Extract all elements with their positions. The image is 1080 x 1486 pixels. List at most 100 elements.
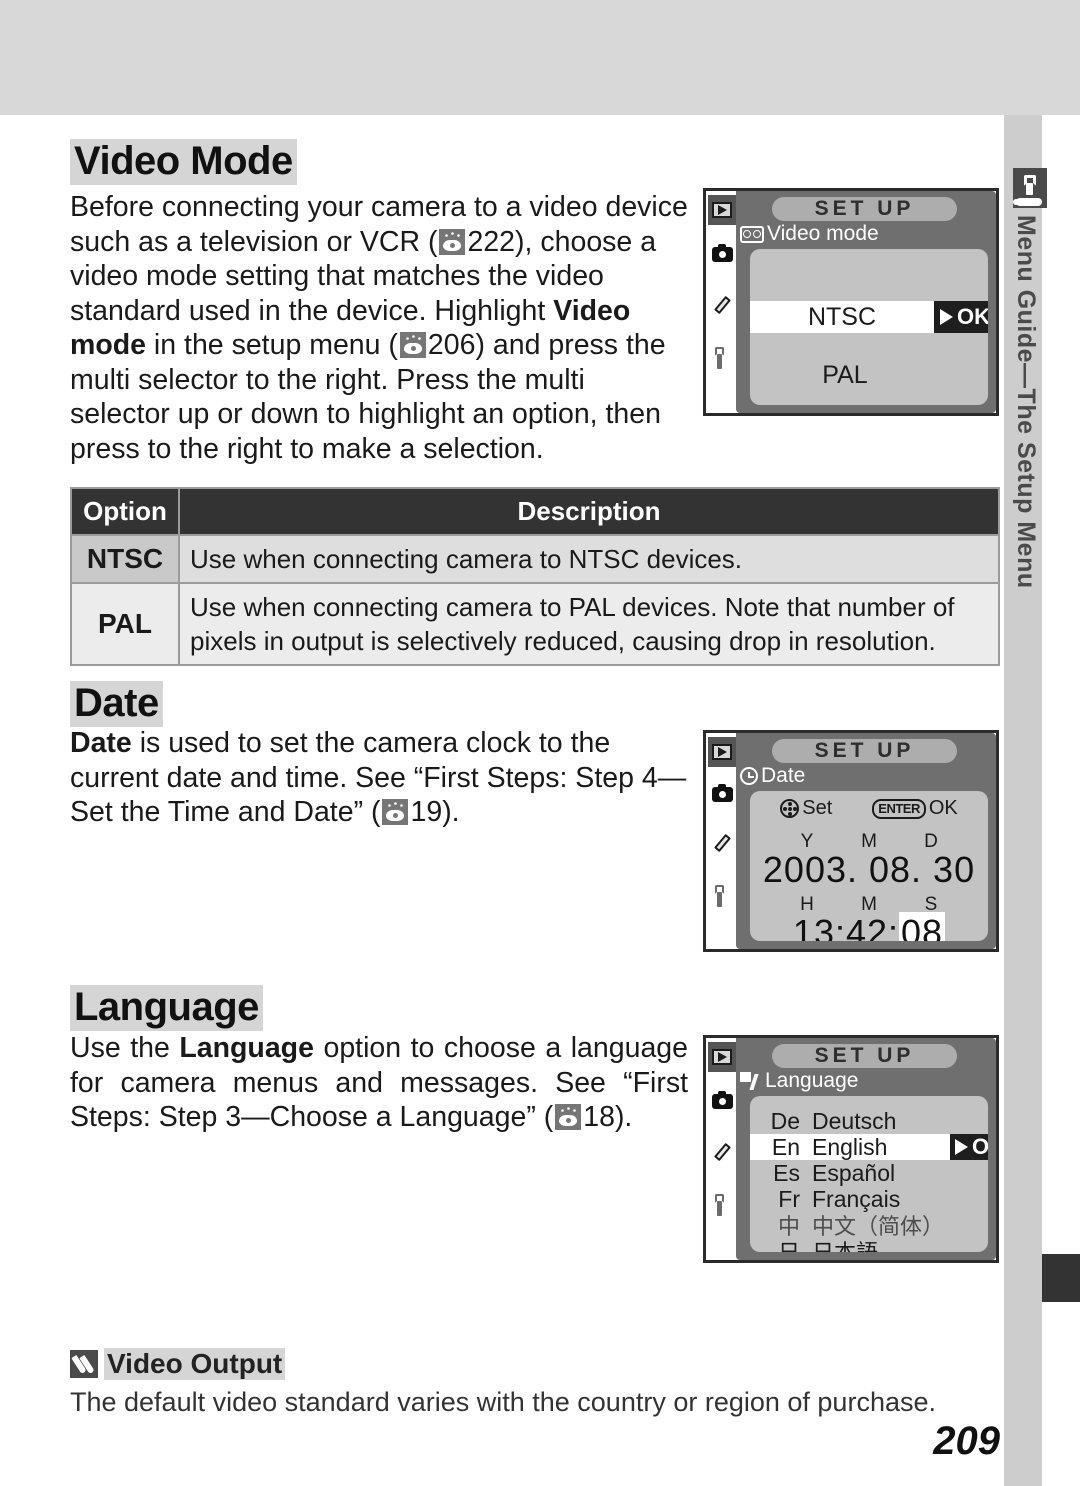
lcd-option-pal[interactable]: PAL [750, 359, 988, 391]
page-ref-number: 19 [410, 796, 443, 828]
lcd-tab-custom[interactable] [708, 1138, 736, 1168]
language-list: De Deutsch En English OK Es Español [750, 1108, 988, 1252]
paragraph-video-mode: Before connecting your camera to a video… [70, 190, 688, 466]
ok-label: OK [957, 304, 988, 329]
lcd-card: De Deutsch En English OK Es Español [750, 1096, 988, 1252]
wrench-icon [714, 885, 730, 907]
language-name: 日本語 [812, 1235, 988, 1252]
lcd-card: Set ENTER OK Y M D 2003. 08. 30 H M S 13… [750, 791, 988, 941]
note-title: Video Output [104, 1348, 286, 1381]
ok-badge[interactable]: OK [950, 1134, 988, 1160]
lcd-header-pill: SET UP [772, 739, 957, 763]
text-run: in the setup menu ( [146, 329, 398, 361]
table-row: NTSC Use when connecting camera to NTSC … [72, 536, 998, 582]
section-heading-language: Language [70, 985, 263, 1031]
language-code: Es [773, 1159, 800, 1186]
cell-option: PAL [72, 584, 178, 664]
page-ref-icon [399, 332, 426, 358]
lcd-tab-setup[interactable] [708, 881, 736, 911]
lcd-tab-playback[interactable] [708, 1042, 736, 1072]
text-run: ). [614, 1101, 633, 1133]
time-prefix: 13:42: [792, 912, 900, 941]
right-arrow-icon [955, 1139, 968, 1155]
multi-selector-icon [780, 799, 800, 818]
play-icon [712, 202, 732, 218]
cell-description: Use when connecting camera to PAL device… [180, 584, 998, 664]
paragraph-language: Use the Language option to choose a lang… [70, 1031, 688, 1135]
film-icon [740, 225, 764, 243]
lcd-tab-playback[interactable] [708, 195, 736, 225]
language-item-en[interactable]: En English OK [750, 1134, 988, 1160]
ok-label: OK [972, 1134, 988, 1159]
page-ref-number: 222 [467, 225, 516, 258]
note-title-row: Video Output [70, 1348, 970, 1381]
pencil-icon [711, 1142, 733, 1164]
lcd-header-pill: SET UP [772, 197, 957, 221]
page-side-tab-mark [1042, 1254, 1080, 1302]
right-arrow-icon [940, 309, 953, 325]
play-icon [712, 744, 732, 760]
text-run: Use the [70, 1032, 180, 1064]
camera-icon [711, 243, 733, 262]
flag-icon [740, 1072, 762, 1090]
wrench-icon [714, 1194, 730, 1216]
pencil-icon [711, 295, 733, 317]
lcd-tab-playback[interactable] [708, 737, 736, 767]
tab-dot-glyph [1013, 199, 1019, 205]
section-heading-date: Date [70, 681, 163, 727]
paragraph-date: Date is used to set the camera clock to … [70, 726, 688, 830]
hint-set: Set [780, 797, 832, 820]
lcd-tab-setup[interactable] [708, 343, 736, 373]
lcd-tab-custom[interactable] [708, 291, 736, 321]
language-code: En [771, 1133, 800, 1160]
time-seconds-highlighted[interactable]: 08 [899, 912, 946, 941]
camera-icon [711, 1090, 733, 1109]
language-name: Español [812, 1159, 896, 1186]
section-heading-video-mode: Video Mode [70, 139, 297, 185]
lcd-screenshot-video-mode: SET UP Video mode NTSC OK PAL [703, 188, 999, 416]
lcd-date-hints: Set ENTER OK [750, 797, 988, 820]
page-ref-number: 206 [427, 329, 476, 361]
pencil-icon [70, 1350, 98, 1379]
side-tab-label: Menu Guide—The Setup Menu [1012, 215, 1040, 589]
lcd-tab-custom[interactable] [708, 829, 736, 859]
lcd-panel: SET UP Date Set ENTER OK Y M D 2003. 08.… [736, 733, 996, 949]
lcd-tab-setup[interactable] [708, 1190, 736, 1220]
page-number: 209 [933, 1419, 1000, 1463]
video-output-note: Video Output The default video standard … [70, 1348, 970, 1419]
bold-term: Language [179, 1032, 314, 1064]
lcd-header-pill: SET UP [772, 1044, 957, 1068]
clock-icon [740, 767, 758, 785]
lcd-screenshot-date: SET UP Date Set ENTER OK Y M D 2003. 08.… [703, 730, 999, 952]
lcd-inner: SET UP Video mode NTSC OK PAL [706, 191, 996, 413]
lcd-time-value[interactable]: 13:42:08 [750, 912, 988, 941]
lcd-tab-shooting[interactable] [708, 239, 736, 269]
enter-key-icon: ENTER [872, 798, 926, 819]
lcd-menu-title-row: Date [740, 764, 805, 788]
lcd-panel: SET UP Video mode NTSC OK PAL [736, 191, 996, 413]
language-code: 日 [750, 1235, 812, 1252]
ok-badge[interactable]: OK [934, 301, 988, 333]
pencil-icon [711, 833, 733, 855]
lcd-tab-shooting[interactable] [708, 1086, 736, 1116]
lcd-option-ntsc[interactable]: NTSC OK [750, 301, 988, 333]
cell-description: Use when connecting camera to NTSC devic… [180, 536, 998, 582]
lcd-menu-title: Video mode [767, 222, 879, 245]
hint-set-label: Set [802, 797, 833, 819]
video-mode-option-table: Option Description NTSC Use when connect… [70, 487, 1000, 666]
page-ref-number: 18 [583, 1101, 615, 1133]
hint-ok-label: OK [928, 797, 958, 819]
page-top-band [0, 0, 1080, 115]
language-code: De [770, 1107, 800, 1134]
language-item-ja[interactable]: 日 日本語 [750, 1238, 988, 1252]
page-ref-icon [439, 228, 466, 255]
language-item-de[interactable]: De Deutsch [750, 1108, 988, 1134]
hint-ok: ENTER OK [872, 797, 958, 820]
page-ref-icon [382, 799, 409, 825]
language-item-es[interactable]: Es Español [750, 1160, 988, 1186]
lcd-tab-shooting[interactable] [708, 779, 736, 809]
lcd-date-value[interactable]: 2003. 08. 30 [750, 849, 988, 891]
lcd-inner: SET UP Date Set ENTER OK Y M D 2003. 08.… [706, 733, 996, 949]
lcd-menu-title: Date [761, 764, 806, 787]
lcd-tab-rail [706, 1038, 738, 1260]
